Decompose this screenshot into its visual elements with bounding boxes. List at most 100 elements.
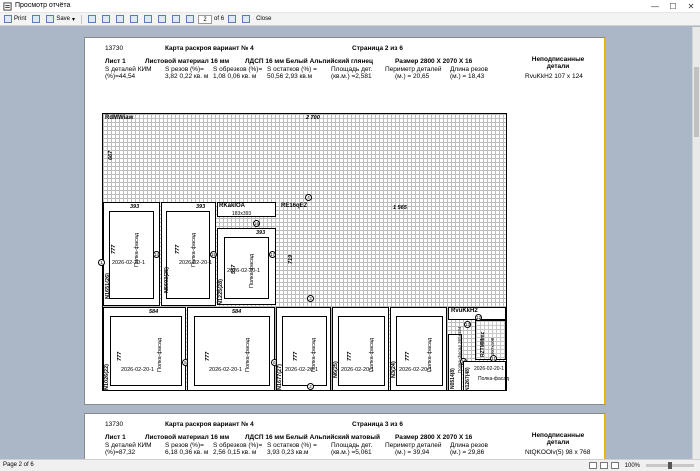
unplaced-item: NtQKOOlv(5) 98 x 768: [525, 449, 591, 456]
kim-label: S деталей КИМ: [105, 442, 152, 449]
residue-width: 1 565: [393, 205, 407, 211]
perimeter-label: Периметр деталей: [385, 66, 442, 73]
part-height: 777: [117, 351, 123, 361]
multi-page-button[interactable]: [128, 14, 140, 25]
print-button[interactable]: Print: [2, 14, 28, 25]
first-page-button[interactable]: [170, 14, 182, 25]
rest-value: 3,93 0,23 кв.м: [267, 449, 309, 456]
page-setup-button[interactable]: [86, 14, 98, 25]
status-bar: Page 2 of 6 100%: [0, 459, 700, 471]
perimeter-value: (м.) = 39,94: [395, 449, 430, 456]
residue-width: 2 700: [306, 115, 320, 121]
page-count: of 6: [214, 16, 225, 22]
residue-label: RdMWiaw: [105, 115, 134, 121]
rest-label: S остатков (%) =: [267, 66, 317, 73]
area-label: Площадь дет.: [331, 66, 373, 73]
part-id: N1267(48): [465, 367, 471, 391]
zoom-controls: 100%: [588, 462, 640, 469]
zoom-slider[interactable]: [646, 462, 694, 469]
part-panel: 777 2026-02-20-1 Полка-фасад N3(24): [390, 307, 447, 391]
perimeter-value: (м.) = 20,65: [395, 73, 430, 80]
part-inner: 557 2026-02-20-1 Полка-фасад: [224, 237, 269, 299]
material-label: Листовой материал 16 мм: [145, 434, 230, 441]
page-setup-icon: [88, 15, 97, 23]
sheet-label: Лист 1: [105, 434, 126, 441]
maximize-button[interactable]: ☐: [664, 0, 682, 13]
one-page-button[interactable]: [114, 14, 126, 25]
save-button[interactable]: Save ▾: [44, 14, 77, 25]
cuts-label: S резов (%)=: [165, 442, 204, 449]
zoom-level: 100%: [624, 462, 640, 469]
page-title: Страница 3 из 6: [352, 421, 403, 428]
perimeter-label: Периметр деталей: [385, 442, 442, 449]
close-window-button[interactable]: ✕: [682, 0, 700, 13]
part-width: 584: [232, 309, 242, 315]
part-panel: 393 777 2026-02-20-1 Полка-фасад N5603(2…: [161, 202, 216, 306]
part-id: N5603(25): [164, 267, 170, 293]
report-page: 13730 Карта раскроя вариант № 4 Страница…: [84, 37, 606, 405]
kim-value: (%)=87,32: [105, 449, 136, 456]
folder-icon: [32, 15, 41, 23]
sheet-size: Размер 2800 X 2070 X 16: [395, 58, 473, 65]
part-inner: 777 2026-02-20-1 Полка-фасад: [194, 316, 270, 386]
part-id: N6(25): [333, 361, 339, 378]
app-icon: [3, 2, 12, 11]
find-button[interactable]: [100, 14, 112, 25]
waste-value: 1,08 0,06 кв. м: [213, 73, 257, 80]
part-inner: 777 2026-02-20-1 Полка-фасад: [338, 316, 385, 386]
part-panel: N1267(48) 2026-02-20-1 Полка-фасад: [463, 361, 510, 391]
part-facade-small: Полка-фасад 365x124: [457, 326, 462, 373]
part-facade: Полка-фасад: [478, 376, 510, 382]
minimize-button[interactable]: —: [646, 0, 664, 13]
plan-title: Карта раскроя вариант № 4: [165, 45, 254, 52]
cuts-value: 6,18 0,36 кв. м: [165, 449, 209, 456]
page-number-input[interactable]: 2: [198, 14, 213, 24]
edit-icon: [158, 15, 167, 23]
part-width: 393: [130, 204, 140, 210]
residue-panel: RZTMMmz 307x108: [475, 320, 506, 360]
view-mode-icon[interactable]: [599, 462, 608, 469]
part-number: 3: [307, 295, 314, 302]
unplaced-title: Неподписанные детали: [531, 432, 585, 446]
part-height: 777: [205, 351, 211, 361]
residue-label: RZTMMmz: [480, 332, 486, 357]
part-number: 4: [305, 194, 312, 201]
part-facade: Полка-фасад: [427, 337, 433, 372]
part-facade: Полка-фасад: [245, 337, 251, 372]
scrollbar-thumb[interactable]: [694, 67, 699, 137]
open-button[interactable]: [30, 14, 42, 25]
residue-label: RvuKkH2: [451, 308, 478, 314]
view-mode-icon[interactable]: [610, 462, 619, 469]
last-page-button[interactable]: [240, 14, 252, 25]
sheet-label: Лист 1: [105, 58, 126, 65]
part-id: N1677(27): [277, 364, 283, 390]
multi-page-icon: [130, 15, 139, 23]
view-mode-icon[interactable]: [588, 462, 597, 469]
part-code: 2026-02-20-1: [121, 367, 155, 373]
preview-workspace[interactable]: 13730 Карта раскроя вариант № 4 Страница…: [0, 27, 700, 459]
part-number: 2: [307, 383, 314, 390]
part-number: 16: [253, 220, 260, 227]
part-inner: 777 2026-02-20-1 Полка-фасад: [282, 316, 327, 386]
sheet-size: Размер 2800 X 2070 X 16: [395, 434, 473, 441]
next-page-button[interactable]: [226, 14, 238, 25]
residue-label: RE16qEZ: [281, 203, 308, 209]
part-panel: 584 777 2026-02-20-1 Полка-фасад N1026(2…: [103, 307, 186, 391]
first-page-icon: [172, 15, 181, 23]
edit-button[interactable]: [156, 14, 168, 25]
zoom-slider-knob[interactable]: [668, 462, 672, 469]
vertical-scrollbar[interactable]: [692, 27, 700, 459]
order-number: 13730: [105, 421, 124, 428]
outline-button[interactable]: [142, 14, 154, 25]
part-height: 777: [293, 351, 299, 361]
order-number: 13730: [105, 45, 124, 52]
close-report-button[interactable]: Close: [254, 14, 273, 25]
part-number: 15: [210, 251, 217, 258]
search-icon: [102, 15, 111, 23]
prev-page-icon: [186, 15, 195, 23]
part-height: 777: [111, 244, 117, 254]
print-label: Print: [14, 16, 27, 22]
save-icon: [46, 15, 55, 23]
prev-page-button[interactable]: [184, 14, 196, 25]
close-label: Close: [256, 16, 272, 22]
